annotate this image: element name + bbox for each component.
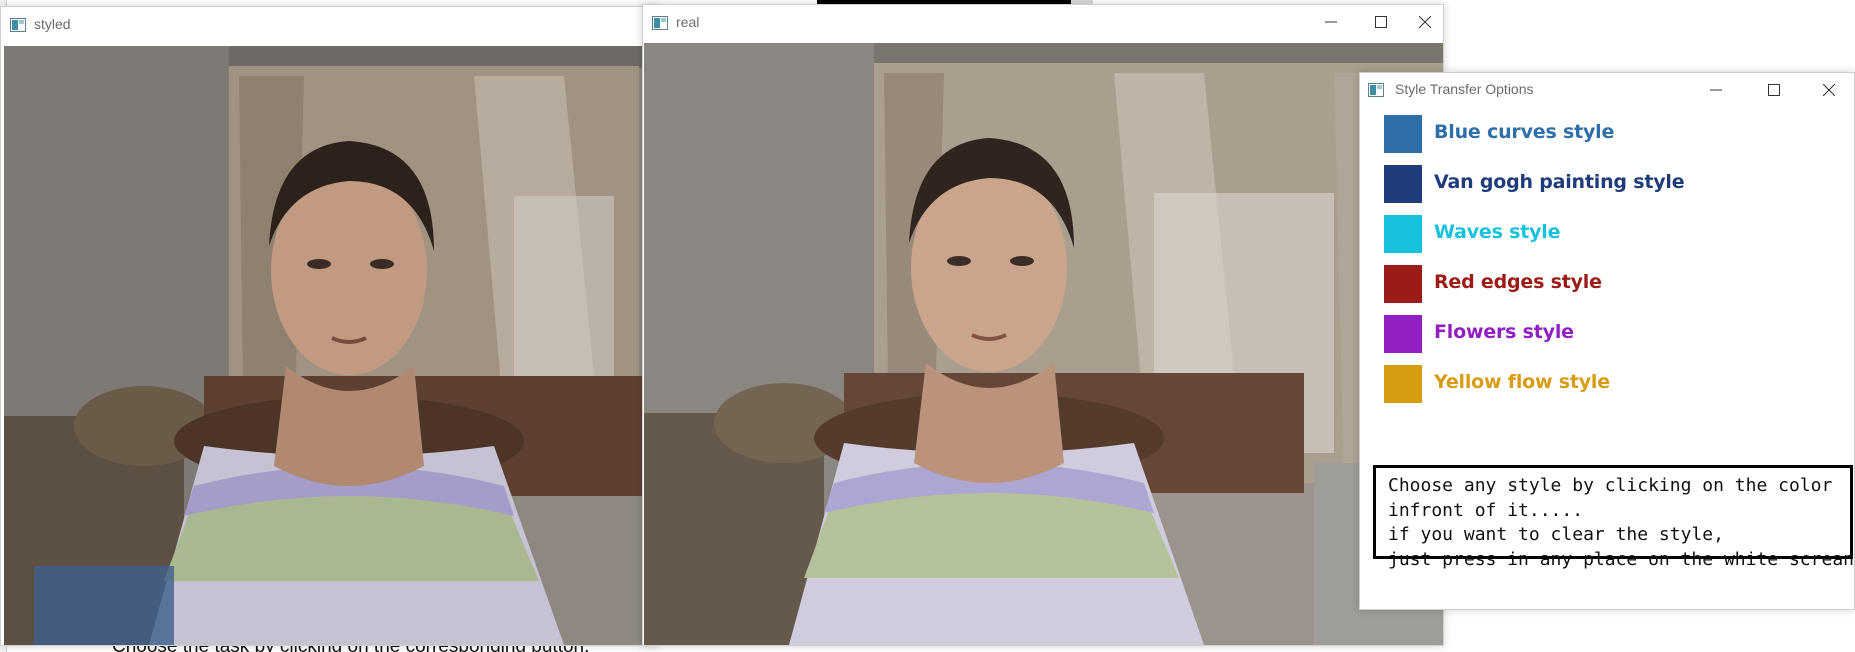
maximize-button[interactable] (1745, 73, 1803, 107)
style-option[interactable]: Van gogh painting style (1384, 165, 1784, 203)
style-option-label: Flowers style (1434, 321, 1574, 343)
minimize-button[interactable] (1687, 73, 1745, 107)
close-button[interactable] (1406, 5, 1444, 39)
app-window-icon (652, 15, 668, 30)
app-window-icon (1368, 82, 1384, 97)
instruction-line: if you want to clear the style, (1388, 524, 1724, 545)
styled-titlebar[interactable]: styled (1, 7, 659, 41)
styled-window-title: styled (34, 16, 71, 32)
style-color-swatch[interactable] (1384, 315, 1422, 353)
real-titlebar[interactable]: real (643, 5, 1443, 39)
maximize-icon (1375, 16, 1387, 28)
maximize-icon (1768, 84, 1780, 96)
style-option-label: Blue curves style (1434, 121, 1615, 143)
instruction-line: infront of it..... (1388, 499, 1584, 521)
app-window-icon (10, 17, 26, 32)
style-color-swatch[interactable] (1384, 265, 1422, 303)
minimize-button[interactable] (1306, 5, 1356, 39)
styled-window: styled (0, 6, 660, 646)
styled-camera-image[interactable] (4, 46, 644, 645)
maximize-button[interactable] (1356, 5, 1406, 39)
style-option[interactable]: Red edges style (1384, 265, 1784, 303)
instruction-line: Choose any style by clicking on the colo… (1388, 475, 1833, 496)
style-option[interactable]: Yellow flow style (1384, 365, 1784, 403)
real-window-title: real (676, 14, 700, 30)
options-window-title: Style Transfer Options (1395, 81, 1534, 97)
real-camera-image[interactable] (644, 43, 1443, 645)
style-option-label: Red edges style (1434, 271, 1602, 293)
instruction-line: just press in any place on the white scr… (1388, 548, 1854, 570)
style-color-swatch[interactable] (1384, 115, 1422, 153)
style-option[interactable]: Flowers style (1384, 315, 1784, 353)
style-option-label: Yellow flow style (1434, 371, 1610, 393)
minimize-icon (1325, 21, 1337, 23)
style-color-swatch[interactable] (1384, 365, 1422, 403)
style-color-swatch[interactable] (1384, 165, 1422, 203)
style-options-window: Style Transfer Options Blue curves style… (1359, 72, 1855, 610)
close-icon (1823, 84, 1835, 96)
close-icon (1419, 16, 1431, 28)
style-option[interactable]: Waves style (1384, 215, 1784, 253)
close-button[interactable] (1803, 73, 1855, 107)
minimize-icon (1710, 89, 1722, 91)
style-option[interactable]: Blue curves style (1384, 115, 1784, 153)
options-titlebar[interactable]: Style Transfer Options (1360, 73, 1854, 107)
style-option-label: Van gogh painting style (1434, 171, 1685, 193)
style-option-label: Waves style (1434, 221, 1561, 243)
style-color-swatch[interactable] (1384, 215, 1422, 253)
instructions-box: Choose any style by clicking on the colo… (1373, 465, 1854, 570)
real-window: real (642, 4, 1444, 646)
